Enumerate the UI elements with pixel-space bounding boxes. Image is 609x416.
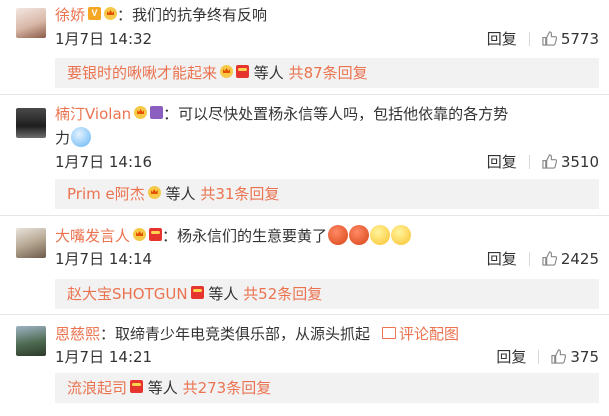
reply-button[interactable]: 回复 — [487, 151, 517, 172]
sub-reply-user[interactable]: 流浪起司 — [67, 379, 127, 397]
sub-reply-count-link[interactable]: 共87条回复 — [289, 64, 368, 82]
thumbs-up-icon[interactable] — [542, 154, 557, 169]
red-envelope-icon — [149, 228, 163, 241]
comment-line-continued: 力 — [55, 125, 599, 151]
avatar[interactable] — [16, 326, 46, 356]
red-envelope-icon — [236, 65, 250, 78]
comment-text: 我们的抗争终有反响 — [132, 6, 268, 24]
comment-actions: 回复 3510 — [487, 151, 599, 172]
comment-actions: 回复 375 — [496, 346, 599, 367]
reply-button[interactable]: 回复 — [487, 248, 517, 269]
image-icon — [382, 326, 397, 339]
sub-reply-count-link[interactable]: 共52条回复 — [243, 285, 322, 303]
like-count: 2425 — [560, 249, 599, 268]
sub-reply-summary: 要银时的啾啾才能起来 等人 共87条回复 — [55, 58, 599, 88]
sub-reply-summary: 流浪起司 等人 共273条回复 — [55, 373, 599, 403]
timestamp: 1月7日 14:16 — [55, 153, 153, 171]
action-divider — [538, 349, 540, 364]
comment-text: 取缔青少年电竞类俱乐部，从源头抓起 — [115, 325, 371, 343]
sub-reply-mid: 等人 — [165, 185, 196, 203]
comment-image-link[interactable]: 评论配图 — [382, 325, 459, 343]
verified-icon: V — [88, 7, 102, 20]
colon: ： — [163, 105, 179, 123]
timestamp: 1月7日 14:32 — [55, 30, 153, 48]
comment-text: 可以尽快处置杨永信等人吗，包括他依靠的各方势 — [178, 105, 509, 123]
sub-reply-count-link[interactable]: 共273条回复 — [183, 379, 272, 397]
action-divider — [528, 31, 530, 46]
sub-reply-user[interactable]: 要银时的啾啾才能起来 — [67, 64, 217, 82]
angry-emoji-icon — [349, 224, 370, 245]
angry-emoji-icon — [328, 224, 349, 245]
colon: ： — [162, 227, 178, 245]
comment-line: 恩慈熙：取缔青少年电竞类俱乐部，从源头抓起 评论配图 — [55, 321, 599, 347]
reply-button[interactable]: 回复 — [487, 28, 517, 49]
timestamp: 1月7日 14:14 — [55, 250, 153, 268]
comment-text-continued: 力 — [55, 129, 71, 147]
crown-icon — [134, 106, 148, 119]
username[interactable]: 徐娇 — [55, 6, 85, 24]
avatar[interactable] — [16, 108, 46, 138]
comment-line: 徐娇 V ：我们的抗争终有反响 — [55, 2, 599, 28]
colon: ： — [100, 325, 116, 343]
red-envelope-icon — [130, 380, 144, 393]
sub-reply-summary: Prim e阿杰 等人 共31条回复 — [55, 179, 599, 209]
avatar[interactable] — [16, 228, 46, 258]
divider — [0, 94, 609, 95]
comment-line: 大嘴发言人 ：杨永信们的生意要黄了 — [55, 223, 599, 249]
shrug-emoji-icon — [370, 224, 391, 245]
crown-icon — [133, 228, 147, 241]
username[interactable]: 大嘴发言人 — [55, 227, 130, 245]
crown-icon — [220, 65, 234, 78]
sub-reply-mid: 等人 — [147, 379, 178, 397]
doraemon-emoji-icon — [71, 126, 92, 147]
sub-reply-user[interactable]: Prim e阿杰 — [67, 185, 145, 203]
username[interactable]: 楠汀Violan — [55, 105, 131, 123]
comment-image-label: 评论配图 — [399, 325, 460, 343]
member-badge-icon — [150, 106, 164, 119]
divider — [0, 314, 609, 315]
crown-icon — [147, 186, 161, 199]
like-count: 3510 — [560, 152, 599, 171]
comment-actions: 回复 2425 — [487, 248, 599, 269]
sub-reply-mid: 等人 — [208, 285, 239, 303]
sub-reply-user[interactable]: 赵大宝SHOTGUN — [67, 285, 188, 303]
comment-actions: 回复 5773 — [487, 28, 599, 49]
crown-icon — [104, 7, 118, 20]
action-divider — [528, 251, 530, 266]
red-envelope-icon — [190, 286, 204, 299]
username[interactable]: 恩慈熙 — [55, 325, 100, 343]
avatar[interactable] — [16, 8, 46, 38]
sub-reply-mid: 等人 — [253, 64, 284, 82]
shrug-emoji-icon — [391, 224, 412, 245]
thumbs-up-icon[interactable] — [542, 31, 557, 46]
reply-button[interactable]: 回复 — [496, 346, 526, 367]
divider — [0, 215, 609, 216]
colon: ： — [117, 6, 133, 24]
timestamp: 1月7日 14:21 — [55, 348, 153, 366]
action-divider — [528, 154, 530, 169]
comment-text: 杨永信们的生意要黄了 — [177, 227, 328, 245]
sub-reply-summary: 赵大宝SHOTGUN 等人 共52条回复 — [55, 279, 599, 309]
like-count: 5773 — [560, 29, 599, 48]
thumbs-up-icon[interactable] — [551, 349, 567, 364]
like-count: 375 — [570, 347, 599, 366]
comment-line: 楠汀Violan ：可以尽快处置杨永信等人吗，包括他依靠的各方势 — [55, 101, 599, 127]
thumbs-up-icon[interactable] — [542, 251, 557, 266]
sub-reply-count-link[interactable]: 共31条回复 — [200, 185, 279, 203]
